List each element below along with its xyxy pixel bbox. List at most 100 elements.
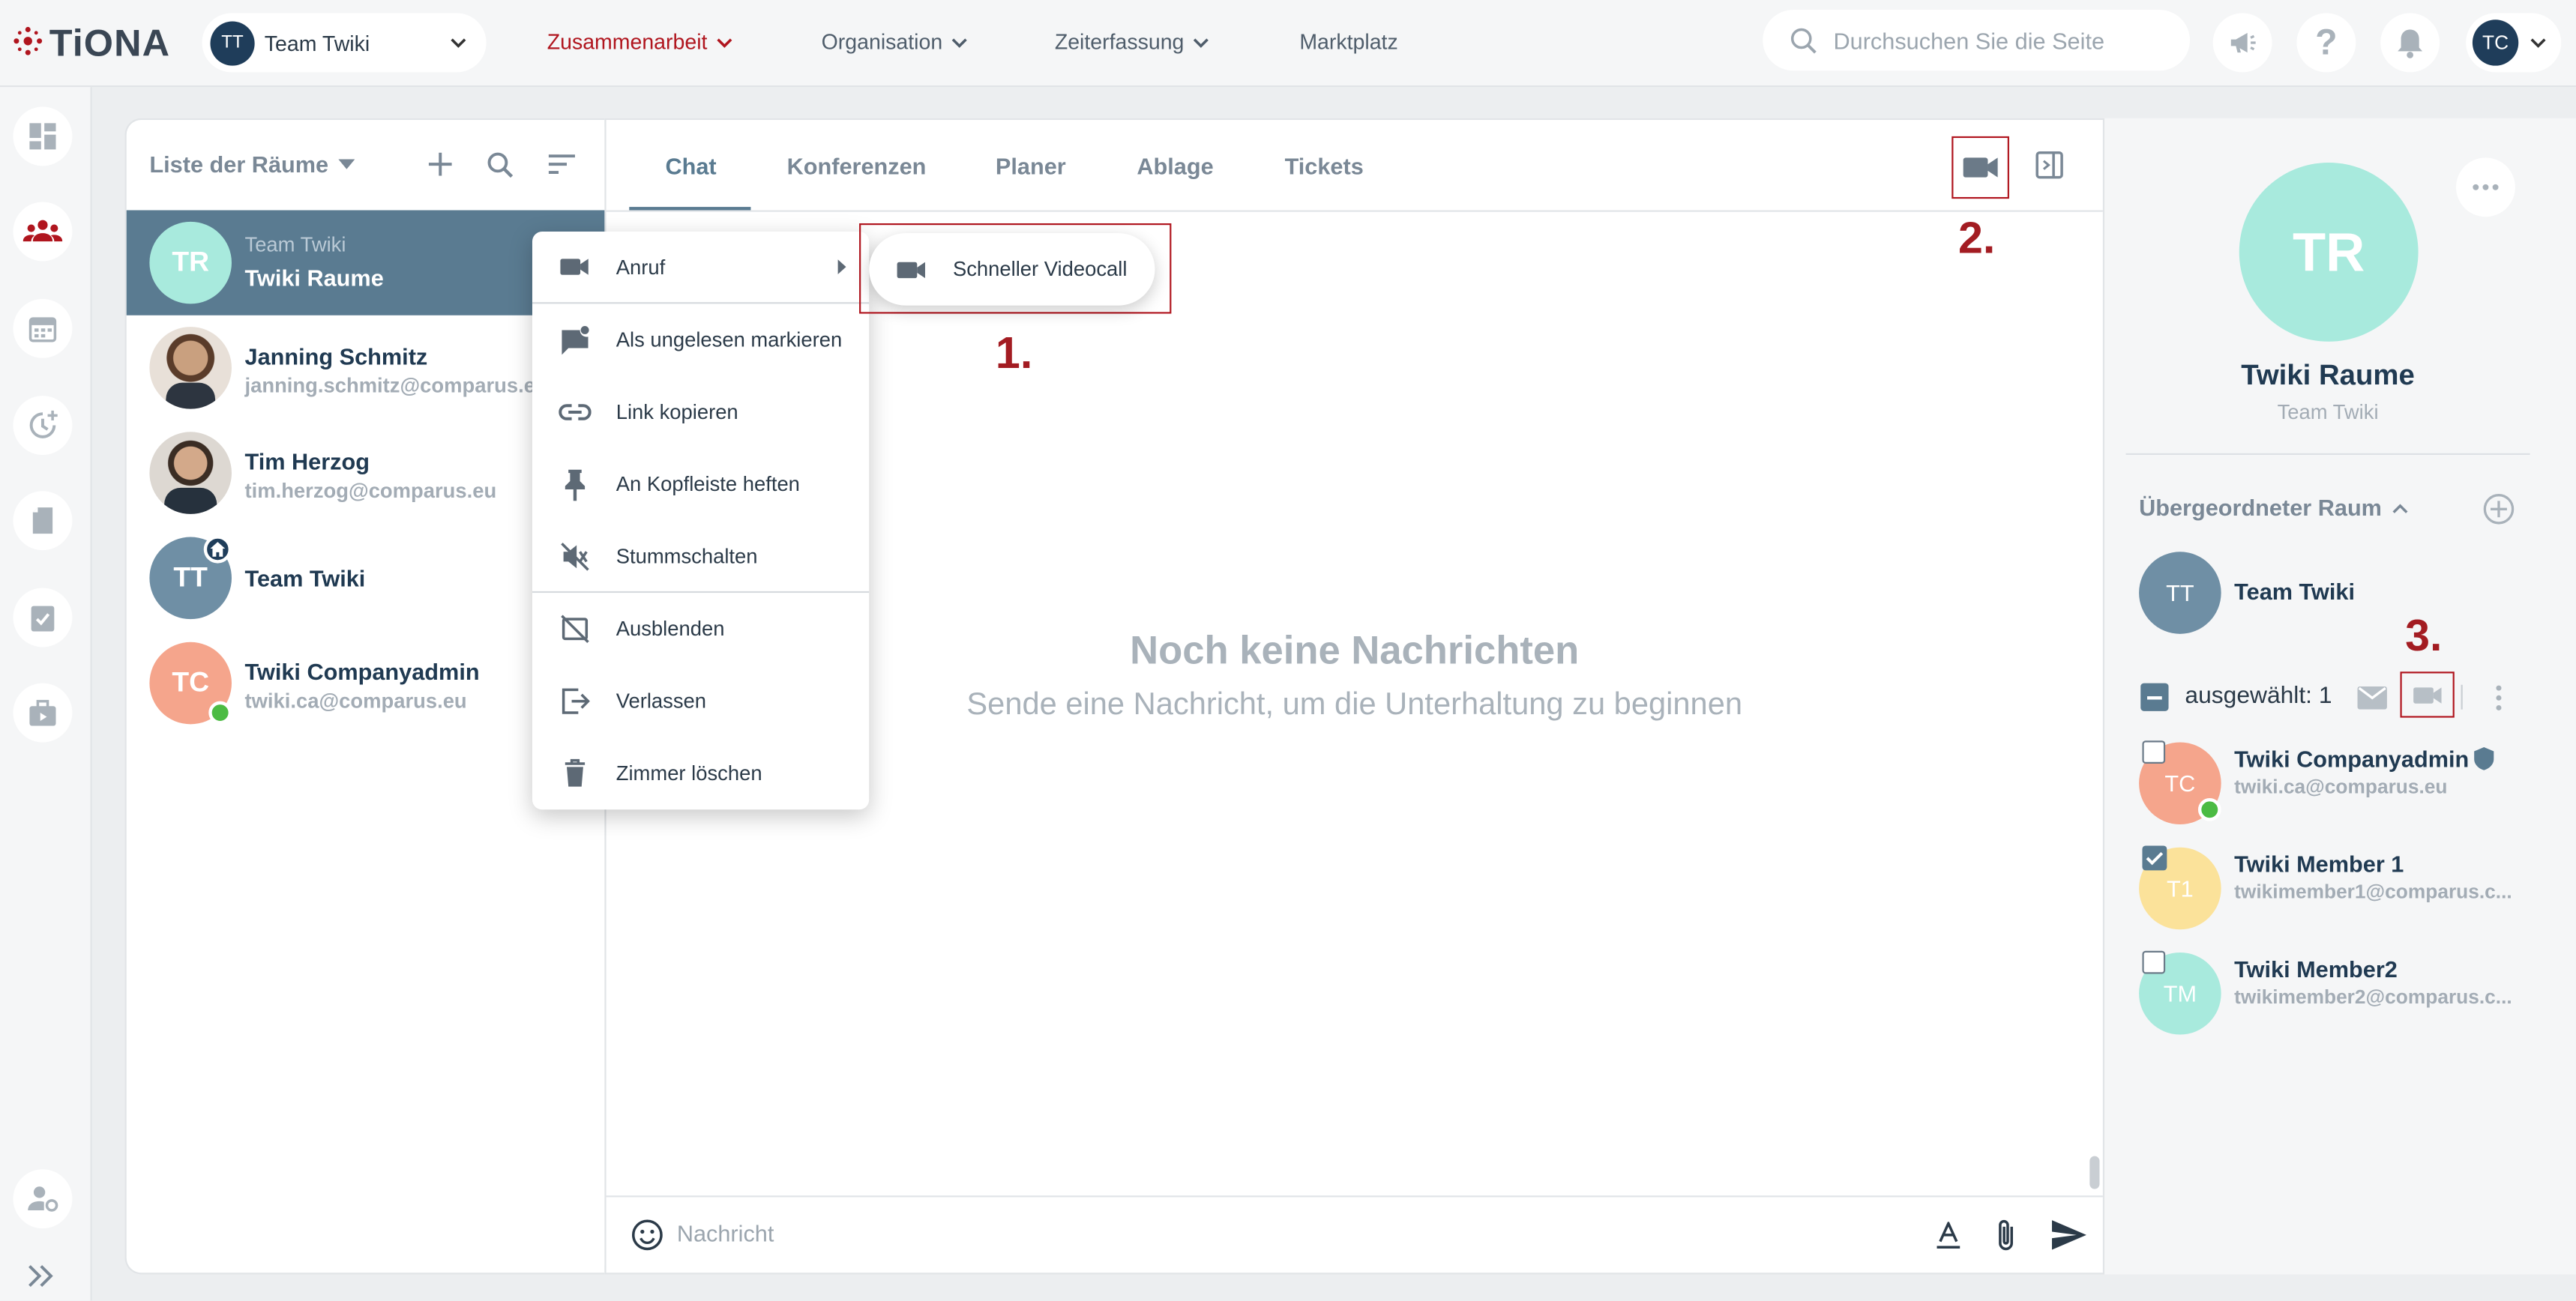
user-gear-icon [26, 1184, 59, 1213]
shield-icon [2474, 747, 2494, 770]
menu-item-anruf[interactable]: Anruf [532, 232, 870, 304]
announcements-button[interactable] [2212, 13, 2272, 73]
timetracking-nav[interactable] [13, 396, 73, 455]
member-name: Twiki Companyadmin [2234, 745, 2470, 772]
people-icon [22, 218, 63, 244]
brand-name: TiONA [49, 21, 171, 64]
menu-item-leave[interactable]: Verlassen [532, 665, 869, 737]
team-selector-label: Team Twiki [264, 30, 370, 55]
nav-zeiterfassung[interactable]: Zeiterfassung [1055, 29, 1211, 54]
room-avatar: TR [149, 221, 232, 304]
video-call-button[interactable] [1951, 136, 2009, 199]
rooms-panel-title: Liste der Räume [149, 151, 329, 178]
member-checkbox[interactable] [2142, 740, 2166, 764]
chevron-down-icon [2528, 33, 2548, 52]
more-vertical-icon[interactable] [2496, 685, 2503, 711]
help-button[interactable]: ? [2296, 13, 2356, 73]
dashboard-nav[interactable] [13, 106, 73, 166]
search-input[interactable]: Durchsuchen Sie die Seite [1763, 10, 2191, 71]
hide-icon [532, 615, 616, 644]
room-large-avatar: TR [2239, 162, 2419, 342]
parent-room-toggle[interactable]: Übergeordneter Raum [2139, 495, 2408, 521]
more-options-button[interactable] [2455, 157, 2515, 217]
expand-sidebar-icon[interactable] [26, 1263, 55, 1289]
nav-zusammenarbeit[interactable]: Zusammenarbeit [547, 29, 734, 54]
nav-marktplatz[interactable]: Marktplatz [1299, 29, 1397, 54]
menu-item-pin[interactable]: An Kopfleiste heften [532, 448, 869, 520]
members-video-call-button[interactable] [2400, 671, 2455, 718]
emoji-icon[interactable] [631, 1219, 663, 1252]
menu-item-label: Verlassen [616, 689, 707, 713]
menu-item-mute[interactable]: Stummschalten [532, 521, 870, 594]
quick-videocall-menu-item[interactable]: Schneller Videocall [869, 233, 1155, 306]
collaboration-nav[interactable] [13, 202, 73, 262]
rooms-list-dropdown[interactable]: Liste der Räume [149, 151, 355, 178]
menu-item-delete-room[interactable]: Zimmer löschen [532, 737, 869, 809]
message-input[interactable]: Nachricht [677, 1220, 774, 1246]
room-name: Twiki Companyadmin [244, 658, 480, 685]
team-selector[interactable]: TT Team Twiki [202, 13, 487, 73]
parent-room-avatar: TT [2139, 552, 2221, 634]
sort-icon[interactable] [547, 153, 577, 176]
member-checkbox[interactable] [2142, 845, 2167, 871]
tab-chat[interactable]: Chat [665, 153, 716, 179]
menu-item-label: Ausblenden [616, 617, 725, 641]
chevron-down-icon [448, 33, 468, 52]
room-email: tim.herzog@comparus.eu [244, 479, 497, 503]
notifications-button[interactable] [2380, 13, 2440, 73]
room-team-subtitle: Team Twiki [2277, 400, 2379, 424]
room-details-panel: TR Twiki Raume Team Twiki Übergeordneter… [2104, 118, 2576, 1275]
room-name: Twiki Raume [244, 264, 384, 291]
caret-down-icon [338, 159, 355, 169]
room-team-label: Team Twiki [244, 233, 346, 256]
videocam-icon [2413, 684, 2442, 705]
avatar [149, 432, 232, 514]
text-format-icon[interactable] [1935, 1222, 1961, 1249]
mail-icon[interactable] [2357, 686, 2387, 710]
menu-item-copy-link[interactable]: Link kopieren [532, 376, 869, 448]
scrollbar[interactable] [2089, 1156, 2100, 1189]
chat-unread-icon [532, 325, 616, 355]
menu-item-hide[interactable]: Ausblenden [532, 593, 869, 665]
room-name: Tim Herzog [244, 448, 370, 475]
parent-room-name[interactable]: Team Twiki [2234, 578, 2355, 604]
member-row[interactable]: TM Twiki Member2 twikimember2@comparus.c… [2139, 950, 2566, 1040]
nav-label: Zeiterfassung [1054, 29, 1185, 55]
calendar-nav[interactable] [13, 298, 73, 358]
send-icon[interactable] [2051, 1220, 2086, 1250]
marketplace-nav[interactable] [13, 683, 73, 743]
menu-item-mark-unread[interactable]: Als ungelesen markieren [532, 304, 869, 375]
tab-konferenzen[interactable]: Konferenzen [787, 153, 927, 179]
member-row[interactable]: T1 Twiki Member 1 twikimember1@comparus.… [2139, 844, 2566, 935]
select-all-checkbox[interactable] [2140, 683, 2169, 711]
add-circle-icon[interactable] [2482, 492, 2515, 525]
chevron-down-icon [714, 32, 733, 52]
member-email: twikimember1@comparus.c... [2234, 880, 2512, 904]
trash-icon [532, 758, 616, 788]
nav-organisation[interactable]: Organisation [822, 29, 969, 54]
bell-icon [2395, 26, 2425, 59]
user-menu[interactable]: TC [2466, 13, 2562, 73]
toggle-side-panel-icon[interactable] [2035, 151, 2063, 179]
room-name: Team Twiki [244, 564, 366, 591]
videocam-icon [869, 259, 953, 280]
composer-divider [606, 1195, 2103, 1198]
user-settings-nav[interactable] [13, 1169, 73, 1229]
member-checkbox[interactable] [2142, 950, 2166, 974]
room-email: janning.schmitz@comparus.eu [244, 374, 548, 398]
room-name: Janning Schmitz [244, 342, 428, 370]
search-rooms-icon[interactable] [487, 151, 514, 179]
search-placeholder: Durchsuchen Sie die Seite [1833, 27, 2105, 54]
attachment-icon[interactable] [1996, 1219, 2015, 1253]
add-room-icon[interactable] [427, 151, 454, 178]
step-marker-2: 2. [1958, 213, 1996, 263]
tab-tickets[interactable]: Tickets [1285, 153, 1364, 179]
quick-videocall-label: Schneller Videocall [952, 258, 1128, 281]
member-email: twiki.ca@comparus.eu [2234, 775, 2448, 798]
documents-nav[interactable] [13, 491, 73, 551]
search-icon [1789, 25, 1818, 55]
tasks-nav[interactable] [13, 588, 73, 648]
tab-ablage[interactable]: Ablage [1137, 153, 1213, 179]
tab-planer[interactable]: Planer [996, 153, 1066, 179]
member-row[interactable]: TC Twiki Companyadmin twiki.ca@comparus.… [2139, 739, 2566, 830]
